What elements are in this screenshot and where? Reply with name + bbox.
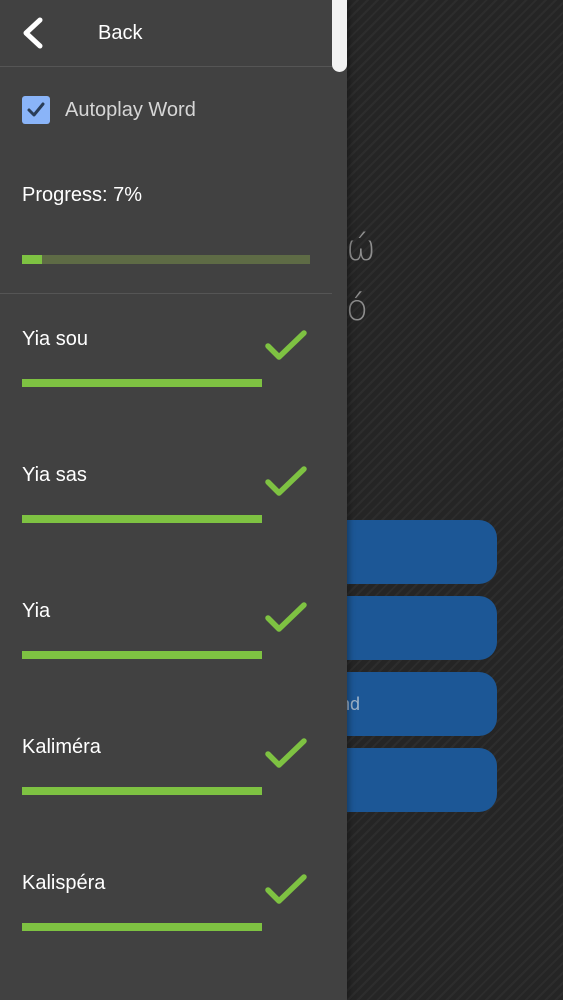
word-list-item[interactable]: Yia sou xyxy=(0,328,332,428)
drawer-header: Back xyxy=(0,0,347,67)
word-progress-bar xyxy=(22,651,262,659)
word-label: Yia sou xyxy=(22,328,88,350)
word-progress-bar xyxy=(22,379,262,387)
drawer-divider xyxy=(0,293,332,294)
autoplay-label: Autoplay Word xyxy=(65,98,196,121)
completed-check-icon xyxy=(265,738,307,768)
checkmark-icon xyxy=(27,102,45,117)
completed-check-icon xyxy=(265,330,307,360)
completed-check-icon xyxy=(265,874,307,904)
autoplay-checkbox[interactable] xyxy=(22,96,50,124)
word-list-item[interactable]: Yia xyxy=(0,600,332,700)
greek-word-line-2: ό xyxy=(346,288,369,329)
drawer-scrollbar[interactable] xyxy=(332,0,347,72)
word-list-item[interactable]: Yia sas xyxy=(0,464,332,564)
word-label: Kaliméra xyxy=(22,736,101,758)
word-list-item[interactable]: Kaliméra xyxy=(0,736,332,836)
progress-bar-fill xyxy=(22,255,43,264)
side-drawer: Back Autoplay Word Progress: 7% Yia sou … xyxy=(0,0,347,1000)
word-progress-bar xyxy=(22,515,262,523)
word-label: Yia sas xyxy=(22,464,87,486)
word-progress-bar xyxy=(22,787,262,795)
completed-check-icon xyxy=(265,602,307,632)
progress-label: Progress: 7% xyxy=(22,184,143,206)
word-label: Yia xyxy=(22,600,51,622)
back-button[interactable]: Back xyxy=(98,22,142,45)
word-list-item[interactable]: Kalispéra xyxy=(0,872,332,972)
word-progress-bar xyxy=(22,923,262,931)
back-arrow-icon[interactable] xyxy=(20,17,46,49)
progress-bar xyxy=(22,255,310,264)
autoplay-toggle[interactable]: Autoplay Word xyxy=(22,95,196,125)
greek-word-line-1: ώ xyxy=(346,228,377,269)
completed-check-icon xyxy=(265,466,307,496)
word-label: Kalispéra xyxy=(22,872,106,894)
